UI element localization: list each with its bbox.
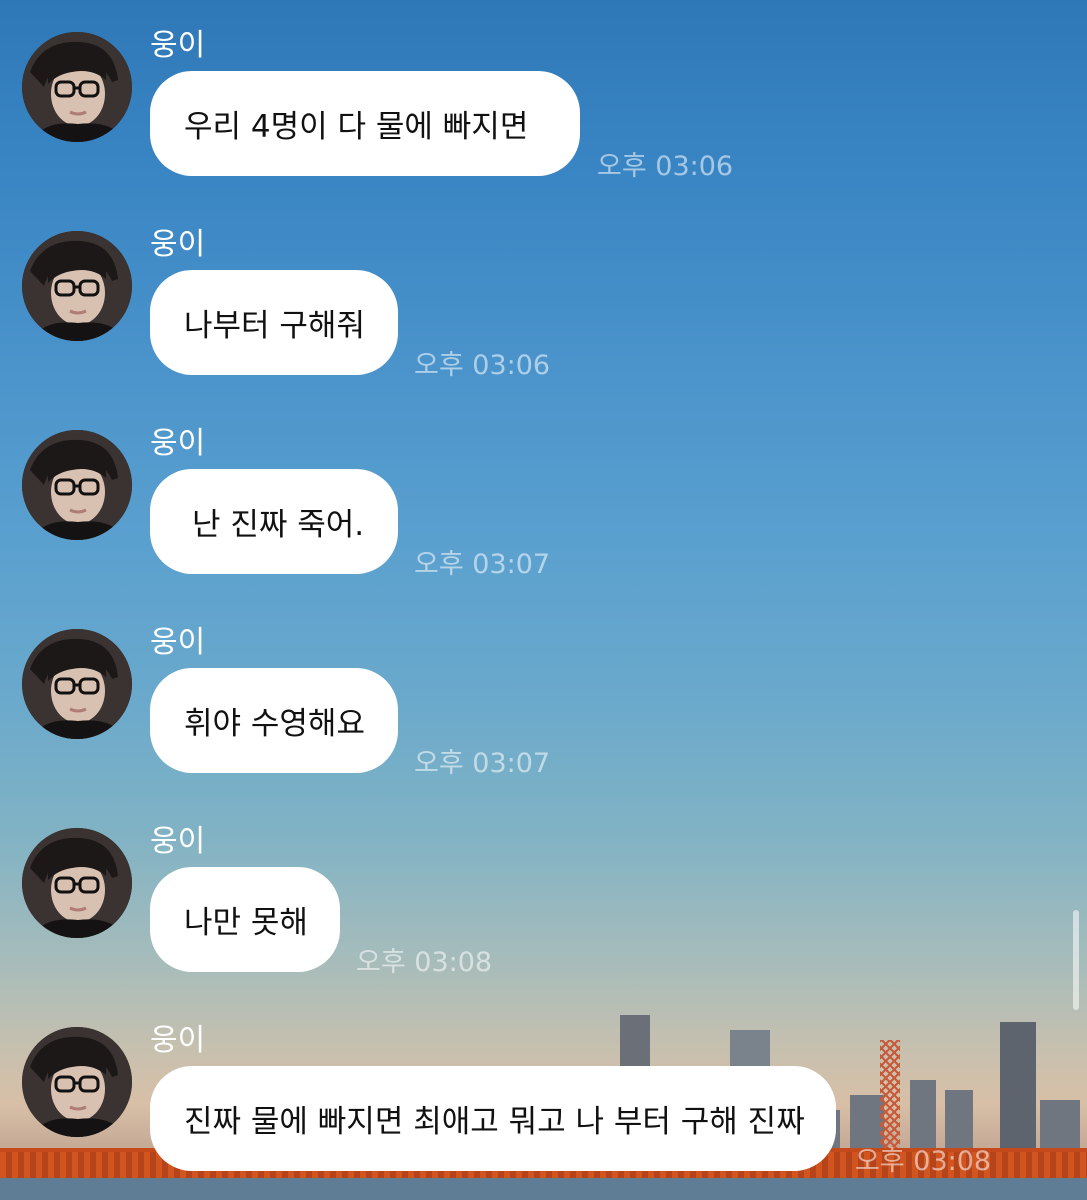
avatar[interactable] xyxy=(22,629,132,739)
avatar[interactable] xyxy=(22,828,132,938)
message-bubble[interactable]: 나만 못해 xyxy=(150,867,340,972)
message-time: 오후 03:06 xyxy=(414,350,551,381)
message-bubble[interactable]: 진짜 물에 빠지면 최애고 뭐고 나 부터 구해 진짜 xyxy=(150,1066,836,1171)
avatar[interactable] xyxy=(22,32,132,142)
avatar[interactable] xyxy=(22,1027,132,1137)
message-bubble[interactable]: 휘야 수영해요 xyxy=(150,668,398,773)
message-bubble[interactable]: 나부터 구해줘 xyxy=(150,270,398,375)
sender-name: 웅이 xyxy=(150,28,206,63)
avatar[interactable] xyxy=(22,231,132,341)
message-bubble[interactable]: 난 진짜 죽어. xyxy=(150,469,398,574)
avatar[interactable] xyxy=(22,430,132,540)
message-bubble[interactable]: 우리 4명이 다 물에 빠지면 xyxy=(150,71,580,176)
scrollbar[interactable] xyxy=(1073,910,1079,1010)
message-time: 오후 03:08 xyxy=(356,947,493,978)
sender-name: 웅이 xyxy=(150,824,206,859)
sender-name: 웅이 xyxy=(150,227,206,262)
message-time: 오후 03:08 xyxy=(855,1146,992,1177)
sender-name: 웅이 xyxy=(150,625,206,660)
message-time: 오후 03:06 xyxy=(597,151,734,182)
sender-name: 웅이 xyxy=(150,426,206,461)
message-time: 오후 03:07 xyxy=(414,748,551,779)
sender-name: 웅이 xyxy=(150,1023,206,1058)
message-time: 오후 03:07 xyxy=(414,549,551,580)
